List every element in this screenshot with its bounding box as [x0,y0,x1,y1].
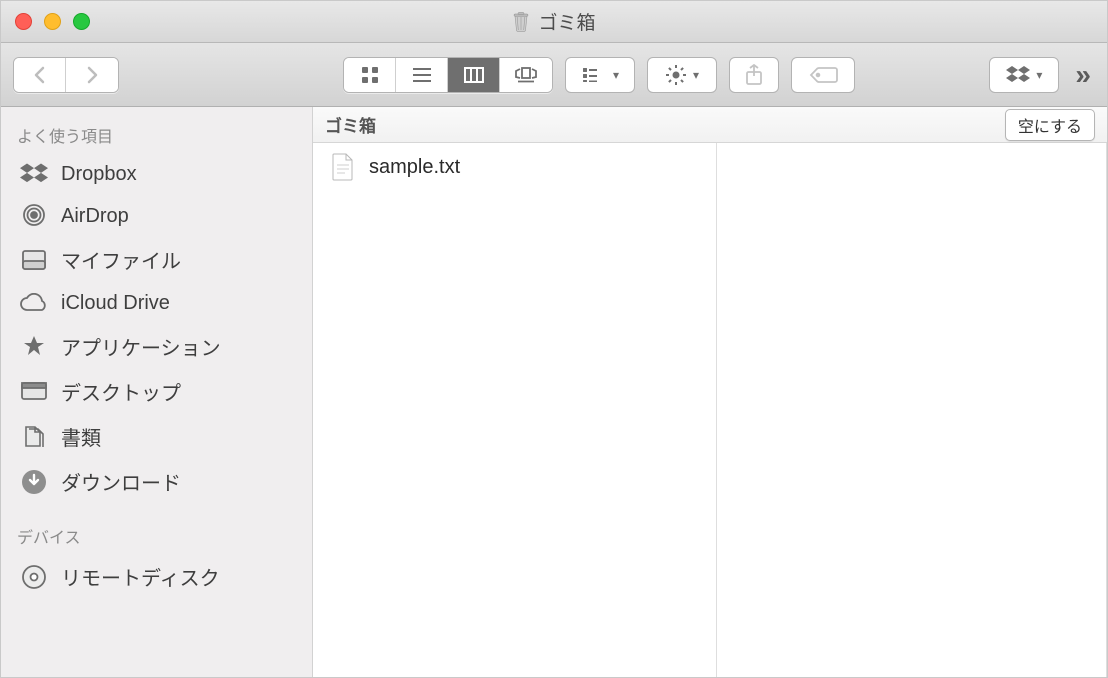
tags-button[interactable] [791,57,855,93]
sidebar-item-applications[interactable]: アプリケーション [1,324,312,369]
main-area: ゴミ箱 空にする sample.txt [313,107,1107,677]
sidebar-item-icloud[interactable]: iCloud Drive [1,282,312,324]
arrange-button[interactable]: ▾ [565,57,635,93]
file-row[interactable]: sample.txt [313,143,716,191]
icloud-icon [19,290,49,316]
forward-button[interactable] [66,58,118,92]
sidebar-item-myfiles[interactable]: マイファイル [1,237,312,282]
minimize-button[interactable] [44,13,61,30]
zoom-button[interactable] [73,13,90,30]
airdrop-icon [19,203,49,229]
myfiles-icon [19,247,49,273]
empty-trash-button[interactable]: 空にする [1005,109,1095,141]
file-name: sample.txt [369,156,460,179]
traffic-lights [15,13,90,30]
chevron-down-icon: ▾ [613,68,619,82]
column-view-button[interactable] [448,58,500,92]
sidebar-item-label: iCloud Drive [61,292,170,315]
sidebar-item-downloads[interactable]: ダウンロード [1,459,312,504]
sidebar-section-header-favorites: よく使う項目 [1,117,312,153]
window-title: ゴミ箱 [1,8,1107,35]
dropbox-toolbar-button[interactable]: ▾ [989,57,1059,93]
chevron-down-icon: ▾ [1036,68,1042,82]
sidebar-item-airdrop[interactable]: AirDrop [1,195,312,237]
sidebar-item-label: ダウンロード [61,467,181,496]
sidebar: よく使う項目 Dropbox AirDrop マイファイル iCloud Dri… [1,107,313,677]
coverflow-view-button[interactable] [500,58,552,92]
sidebar-item-remotedisc[interactable]: リモートディスク [1,554,312,599]
trash-icon [512,12,530,32]
titlebar[interactable]: ゴミ箱 [1,1,1107,43]
close-button[interactable] [15,13,32,30]
downloads-icon [19,469,49,495]
sidebar-item-label: アプリケーション [61,332,221,361]
finder-window: ゴミ箱 [0,0,1108,678]
desktop-icon [19,379,49,405]
column-view: sample.txt [313,143,1107,677]
toolbar: ▾ ▾ ▾ » [1,43,1107,107]
nav-buttons [13,57,119,93]
pathbar: ゴミ箱 空にする [313,107,1107,143]
path-title: ゴミ箱 [325,112,376,137]
sidebar-item-label: AirDrop [61,205,129,228]
column-2[interactable] [717,143,1107,677]
action-button[interactable]: ▾ [647,57,717,93]
sidebar-item-label: リモートディスク [61,562,220,591]
toolbar-overflow-button[interactable]: » [1071,59,1095,91]
sidebar-item-desktop[interactable]: デスクトップ [1,369,312,414]
sidebar-item-label: マイファイル [61,245,181,274]
sidebar-item-documents[interactable]: 書類 [1,414,312,459]
documents-icon [19,424,49,450]
back-button[interactable] [14,58,66,92]
text-file-icon [331,153,355,181]
sidebar-item-label: 書類 [61,422,101,451]
applications-icon [19,334,49,360]
sidebar-item-label: デスクトップ [61,377,181,406]
dropbox-icon [19,161,49,187]
sidebar-item-label: Dropbox [61,163,137,186]
chevron-down-icon: ▾ [693,68,699,82]
window-title-text: ゴミ箱 [538,8,595,35]
view-mode-buttons [343,57,553,93]
sidebar-section-header-devices: デバイス [1,518,312,554]
sidebar-item-dropbox[interactable]: Dropbox [1,153,312,195]
column-1[interactable]: sample.txt [313,143,717,677]
icon-view-button[interactable] [344,58,396,92]
disc-icon [19,564,49,590]
list-view-button[interactable] [396,58,448,92]
share-button[interactable] [729,57,779,93]
